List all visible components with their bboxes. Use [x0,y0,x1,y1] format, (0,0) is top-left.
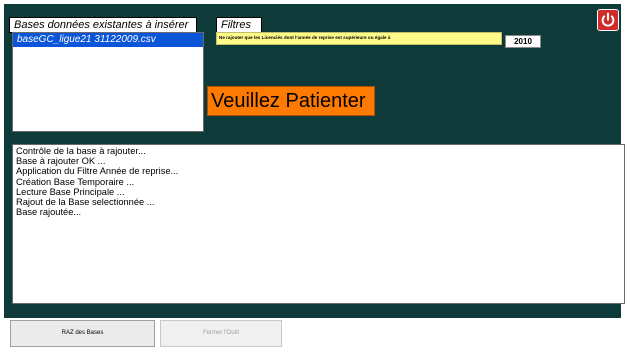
log-box: Contrôle de la base à rajouter... Base à… [12,144,625,304]
filter-rule-label: Ne rajouter que les Licenciés dont l'ann… [216,32,502,45]
log-line: Contrôle de la base à rajouter... [16,146,146,156]
power-icon [598,10,618,30]
raz-bases-button[interactable]: RAZ des Bases [10,320,155,347]
status-message: Veuillez Patienter [207,86,375,116]
log-line: Application du Filtre Année de reprise..… [16,166,179,177]
power-button[interactable] [597,9,619,31]
year-filter-input[interactable]: 2010 [505,35,541,48]
log-line: Base rajoutée... [16,207,82,218]
log-line: Rajout de la Base selectionnée ... [16,197,155,208]
log-line: Base à rajouter OK ... [16,156,106,167]
bases-panel-caption: Bases données existantes à insérer [9,17,197,33]
bases-list[interactable]: baseGC_ligue21 31122009.csv [12,32,204,132]
bases-list-item[interactable]: baseGC_ligue21 31122009.csv [13,33,203,47]
close-tool-button[interactable]: Fermer l'Outil [160,320,282,347]
log-line: Lecture Base Principale ... [16,186,125,197]
filters-panel-caption: Filtres [216,17,262,33]
log-line: Création Base Temporaire ... [16,176,135,187]
